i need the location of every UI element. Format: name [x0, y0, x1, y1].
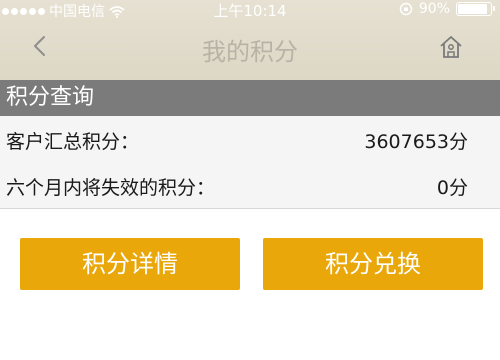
top-banner: 中国电信 上午10:14 90% 我的积分	[0, 0, 500, 80]
points-exchange-button[interactable]: 积分兑换	[263, 238, 483, 290]
battery-percent: 90%	[418, 1, 450, 17]
orientation-lock-icon	[399, 2, 413, 16]
page-title: 我的积分	[202, 38, 298, 66]
expiring-points-row: 六个月内将失效的积分： 0分	[0, 164, 500, 206]
status-right: 90%	[399, 1, 495, 17]
battery-level	[458, 4, 487, 14]
expiring-points-value: 0分	[436, 177, 468, 199]
home-icon[interactable]	[438, 34, 464, 60]
status-bar: 中国电信 上午10:14 90%	[0, 0, 500, 20]
points-info-panel: 客户汇总积分： 3607653分 六个月内将失效的积分： 0分	[0, 116, 500, 209]
navigation-bar: 我的积分	[0, 22, 500, 78]
total-points-label: 客户汇总积分：	[6, 131, 140, 153]
points-detail-button[interactable]: 积分详情	[20, 238, 240, 290]
section-header: 积分查询	[0, 80, 500, 116]
expiring-points-label: 六个月内将失效的积分：	[6, 177, 216, 199]
battery-icon	[456, 2, 495, 16]
total-points-row: 客户汇总积分： 3607653分	[0, 118, 500, 160]
total-points-value: 3607653分	[364, 131, 468, 153]
